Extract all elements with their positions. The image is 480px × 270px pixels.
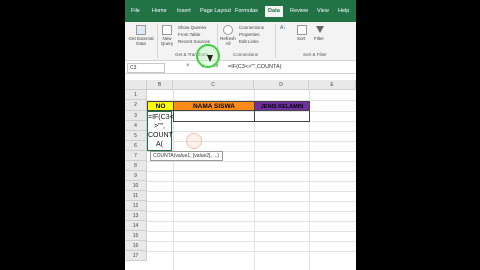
edit-line: A(	[156, 141, 163, 148]
cursor-highlight	[186, 133, 202, 149]
refresh-all-label: Refresh All	[220, 36, 236, 46]
new-query-button[interactable]: New Query	[159, 24, 175, 50]
table-body-divider	[254, 111, 255, 122]
connections-item[interactable]: Connections	[239, 25, 264, 30]
ribbon-separator	[157, 24, 158, 58]
sort-az-icon: A↓	[280, 25, 286, 31]
row-header[interactable]: 6	[125, 141, 147, 151]
header-cell-jenis-kelamin[interactable]: JENIS KELAMIN	[254, 101, 310, 111]
filter-icon	[316, 26, 324, 33]
gridline	[147, 231, 356, 232]
group-sort-filter-label: Sort & Filter	[303, 52, 327, 57]
function-tooltip[interactable]: COUNTA(value1, [value2], ...)	[150, 151, 223, 161]
gridline	[147, 201, 356, 202]
sort-az-button[interactable]: A↓	[280, 25, 290, 47]
excel-window: File Home Insert Page Layout Formulas Da…	[125, 0, 356, 270]
row-header[interactable]: 5	[125, 131, 147, 141]
properties-item[interactable]: Properties	[239, 32, 260, 37]
get-external-data-button[interactable]: Get External Data	[127, 24, 155, 50]
column-header-d[interactable]: D	[254, 80, 309, 90]
row-header[interactable]: 4	[125, 121, 147, 131]
name-box[interactable]: C3	[127, 63, 165, 73]
tab-home[interactable]: Home	[152, 8, 167, 14]
refresh-icon	[223, 25, 233, 35]
table-icon	[162, 25, 172, 35]
gridline	[147, 241, 356, 242]
gridline	[147, 221, 356, 222]
edit-line: =IF(C3<	[148, 114, 174, 121]
row-header[interactable]: 8	[125, 161, 147, 171]
new-query-label: New Query	[160, 36, 174, 46]
tab-page-layout[interactable]: Page Layout	[200, 8, 231, 14]
tab-insert[interactable]: Insert	[177, 8, 191, 14]
row-header[interactable]: 10	[125, 181, 147, 191]
row-header[interactable]: 11	[125, 191, 147, 201]
column-header-c[interactable]: C	[173, 80, 254, 90]
gridline	[147, 161, 356, 162]
row-header[interactable]: 12	[125, 201, 147, 211]
ribbon-data: Get External Data New Query Show Queries…	[125, 22, 356, 61]
group-connections-label: Connections	[233, 52, 259, 57]
row-header[interactable]: 15	[125, 231, 147, 241]
table-body-border	[173, 111, 310, 122]
row-header[interactable]: 16	[125, 241, 147, 251]
select-all-corner[interactable]	[125, 80, 147, 90]
formula-input[interactable]: =IF(C3<>"",COUNTA(	[228, 63, 281, 72]
header-cell-nama-siswa[interactable]: NAMA SISWA	[173, 101, 255, 111]
ribbon-separator	[275, 24, 276, 58]
sort-icon	[297, 25, 307, 35]
tab-data[interactable]: Data	[265, 6, 283, 17]
ribbon-tab-bar: File Home Insert Page Layout Formulas Da…	[125, 0, 356, 22]
worksheet-grid[interactable]: B C D E 1 2 3 4 5 6 7 8 9 10 11 12 13 14…	[125, 80, 356, 270]
edit-line: >"",	[153, 123, 165, 130]
editing-cell-b3[interactable]: =IF(C3< >"", COUNT A(	[147, 111, 174, 151]
sort-label: Sort	[297, 36, 306, 41]
gridline	[147, 131, 356, 132]
row-header[interactable]: 17	[125, 251, 147, 261]
row-header[interactable]: 2	[125, 100, 147, 111]
mouse-pointer-icon	[207, 55, 213, 62]
row-header[interactable]: 9	[125, 171, 147, 181]
column-header-e[interactable]: E	[309, 80, 356, 90]
row-header[interactable]: 3	[125, 111, 147, 121]
filter-button[interactable]: Filter	[313, 24, 327, 50]
filter-label: Filter	[314, 36, 324, 41]
sort-button[interactable]: Sort	[295, 24, 309, 50]
gridline	[147, 141, 356, 142]
tab-view[interactable]: View	[317, 8, 329, 14]
show-queries-item[interactable]: Show Queries	[178, 25, 206, 30]
row-header[interactable]: 14	[125, 221, 147, 231]
edit-line: COUNT	[148, 132, 173, 139]
get-external-data-label: Get External Data	[128, 36, 154, 46]
database-icon	[136, 25, 146, 35]
row-header[interactable]: 13	[125, 211, 147, 221]
row-header[interactable]: 7	[125, 151, 147, 161]
refresh-all-button[interactable]: Refresh All	[219, 24, 237, 50]
from-table-item[interactable]: From Table	[178, 32, 200, 37]
column-header-b[interactable]: B	[147, 80, 173, 90]
edit-links-item[interactable]: Edit Links	[239, 39, 259, 44]
gridline	[147, 251, 356, 252]
header-cell-no[interactable]: NO	[147, 101, 174, 111]
tab-help[interactable]: Help	[338, 8, 349, 14]
gridline	[147, 171, 356, 172]
tab-review[interactable]: Review	[290, 8, 308, 14]
cancel-icon[interactable]: ×	[186, 63, 190, 69]
row-header[interactable]: 1	[125, 90, 147, 100]
tab-formulas[interactable]: Formulas	[235, 8, 258, 14]
tab-file[interactable]: File	[131, 8, 140, 14]
gridline	[147, 211, 356, 212]
gridline	[147, 181, 356, 182]
formula-bar: C3 × ✓ fx =IF(C3<>"",COUNTA(	[125, 62, 356, 74]
gridline	[147, 191, 356, 192]
